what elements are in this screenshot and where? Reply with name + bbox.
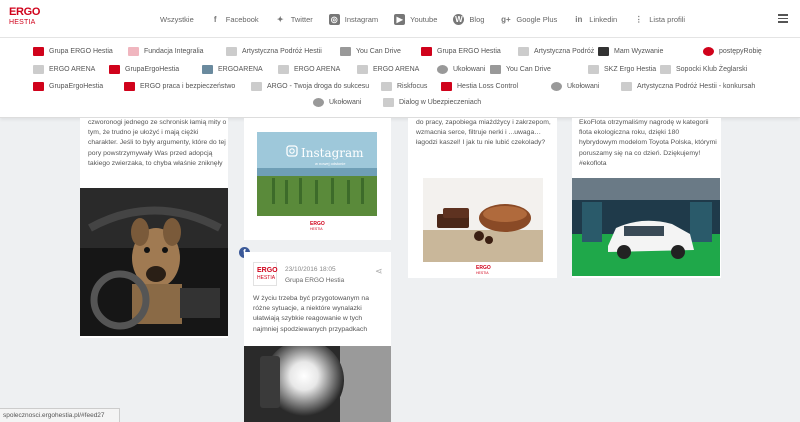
ergo-logo-icon bbox=[109, 65, 120, 74]
feed-card-facebook-post[interactable]: ERGO HESTIA 23/10/2016 18:05 Grupa ERGO … bbox=[244, 252, 391, 422]
profile-item[interactable]: ERGO ARENA bbox=[278, 63, 340, 76]
ergo-logo-icon bbox=[33, 82, 44, 91]
argo-logo-icon bbox=[251, 82, 262, 91]
instagram-subtitle: w nowej odsłonie bbox=[315, 161, 346, 166]
feed-card-chocolate[interactable]: do pracy, zapobiega miażdżycy i zakrzepo… bbox=[408, 118, 557, 278]
post-text: do pracy, zapobiega miażdżycy i zakrzepo… bbox=[416, 119, 551, 147]
profile-item[interactable]: Fundacja Integralia bbox=[128, 45, 204, 58]
you-can-drive-logo-icon bbox=[340, 47, 351, 56]
post-text: EkoFlota otrzymaliśmy nagrodę w kategori… bbox=[579, 119, 717, 167]
chocolate-photo[interactable] bbox=[423, 178, 543, 262]
profile-item[interactable]: Riskfocus bbox=[381, 80, 427, 93]
ukolowani-logo-icon bbox=[551, 82, 562, 91]
ergo-arena-logo-icon bbox=[33, 65, 44, 74]
ergo-logo-icon bbox=[33, 47, 44, 56]
profile-item[interactable]: Hestia Loss Control bbox=[441, 80, 518, 93]
feed-card-instagram[interactable]: Instagram w nowej odsłonie ERGO HESTIA bbox=[244, 118, 391, 240]
twitter-icon: ✦ bbox=[276, 14, 284, 24]
facebook-icon: f bbox=[213, 14, 217, 24]
ukolowani-logo-icon bbox=[313, 98, 324, 107]
profile-item[interactable]: Mam Wyzwanie bbox=[598, 45, 663, 58]
you-can-drive-logo-icon bbox=[490, 65, 501, 74]
nav-linkedin[interactable]: in Linkedin bbox=[573, 14, 617, 25]
profile-item[interactable]: Dialog w Ubezpieczeniach bbox=[383, 96, 481, 109]
filter-nav: Wszystkie f Facebook ✦ Twitter ◎ Instagram … bbox=[160, 0, 701, 38]
google-plus-icon: g+ bbox=[501, 14, 511, 24]
nav-twitter[interactable]: ✦ Twitter bbox=[275, 14, 313, 25]
nav-facebook[interactable]: f Facebook bbox=[210, 14, 259, 25]
profile-item[interactable]: ARGO - Twoja droga do sukcesu bbox=[251, 80, 369, 93]
ukolowani-logo-icon bbox=[437, 65, 448, 74]
nav-instagram[interactable]: ◎ Instagram bbox=[328, 13, 378, 25]
profile-item[interactable]: ERGO ARENA bbox=[33, 63, 95, 76]
profile-item[interactable]: Grupa ERGO Hestia bbox=[33, 45, 113, 58]
ergo-logo-icon bbox=[421, 47, 432, 56]
profile-item[interactable]: GrupaErgoHestia bbox=[109, 63, 179, 76]
ergo-arena-logo-icon bbox=[278, 65, 289, 74]
wordpress-icon: W bbox=[453, 13, 465, 25]
instagram-landscape-photo[interactable]: Instagram w nowej odsłonie bbox=[257, 132, 377, 216]
art-journey-logo-icon bbox=[226, 47, 237, 56]
postepy-logo-icon bbox=[703, 47, 714, 56]
art-journey-logo-icon bbox=[518, 47, 529, 56]
ergo-arena-logo-icon bbox=[357, 65, 368, 74]
profile-item[interactable]: Artystyczna Podróż bbox=[518, 45, 594, 58]
dialog-logo-icon bbox=[383, 98, 394, 107]
mam-wyzwanie-logo-icon bbox=[598, 47, 609, 56]
integralia-logo-icon bbox=[128, 47, 139, 56]
feed-card-ekoflota[interactable]: EkoFlota otrzymaliśmy nagrodę w kategori… bbox=[572, 118, 721, 278]
ergo-hestia-logo[interactable]: ERGO HESTIA bbox=[9, 7, 43, 31]
profile-item[interactable]: Artystyczna Podróż Hestii - konkursah bbox=[621, 80, 755, 93]
post-date: 23/10/2016 18:05 bbox=[285, 266, 336, 273]
profile-item[interactable]: ERGO ARENA bbox=[357, 63, 419, 76]
profile-item[interactable]: Ukołowani bbox=[551, 80, 599, 93]
instagram-icon: ◎ bbox=[328, 13, 340, 25]
nav-blog[interactable]: W Blog bbox=[453, 13, 484, 25]
skz-logo-icon bbox=[588, 65, 599, 74]
profile-item[interactable]: Grupa ERGO Hestia bbox=[421, 45, 501, 58]
ergo-hestia-small-logo: ERGO HESTIA bbox=[476, 265, 491, 276]
nav-youtube[interactable]: ▶ Youtube bbox=[394, 13, 437, 25]
ergo-logo-icon bbox=[124, 82, 135, 91]
ergo-hestia-small-logo: ERGO HESTIA bbox=[310, 221, 325, 232]
profile-item[interactable]: You Can Drive bbox=[490, 63, 551, 76]
profile-list-dropdown: Grupa ERGO Hestia Fundacja Integralia Ar… bbox=[0, 38, 800, 118]
profile-item[interactable]: ERGO praca i bezpieczeństwo bbox=[124, 80, 235, 93]
hestia-loss-control-logo-icon bbox=[441, 82, 452, 91]
art-journey-logo-icon bbox=[621, 82, 632, 91]
profile-item[interactable]: ERGOARENA bbox=[202, 63, 263, 76]
profile-item[interactable]: postępyRobię bbox=[703, 45, 762, 58]
post-author[interactable]: Grupa ERGO Hestia bbox=[285, 277, 344, 284]
sailing-club-logo-icon bbox=[660, 65, 671, 74]
dog-in-car-photo[interactable] bbox=[80, 188, 228, 336]
linkedin-icon: in bbox=[575, 14, 583, 24]
share-icon[interactable]: ⋖ bbox=[375, 266, 383, 277]
nav-profile-list[interactable]: ⋮ Lista profili bbox=[633, 14, 685, 25]
profile-item[interactable]: GrupaErgoHestia bbox=[33, 80, 103, 93]
top-navigation: ERGO HESTIA Wszystkie f Facebook ✦ Twitter… bbox=[0, 0, 800, 38]
author-avatar[interactable]: ERGO HESTIA bbox=[253, 262, 278, 286]
vertical-dots-icon: ⋮ bbox=[634, 14, 643, 24]
riskfocus-logo-icon bbox=[381, 82, 392, 91]
profile-item[interactable]: Ukołowani bbox=[437, 63, 485, 76]
profile-item[interactable]: SKZ Ergo Hestia bbox=[588, 63, 656, 76]
profile-item[interactable]: You Can Drive bbox=[340, 45, 401, 58]
profile-item[interactable]: Sopocki Klub Żeglarski bbox=[660, 63, 747, 76]
toyota-car-photo[interactable] bbox=[572, 178, 720, 276]
hamburger-menu-icon[interactable] bbox=[778, 14, 788, 23]
feed-card-dog[interactable]: czworonogi jednego ze schronisk łamią mi… bbox=[80, 118, 228, 338]
nav-google-plus[interactable]: g+ Google Plus bbox=[500, 14, 557, 25]
camera-lens-photo[interactable] bbox=[244, 346, 391, 422]
arena-photo-icon bbox=[202, 65, 213, 74]
youtube-icon: ▶ bbox=[394, 13, 406, 25]
browser-status-url: spolecznosci.ergohestia.pl/#feed27 bbox=[0, 408, 120, 422]
instagram-wordmark: Instagram bbox=[301, 146, 364, 160]
post-text: W życiu trzeba być przygotowanym na różn… bbox=[253, 295, 369, 333]
nav-all[interactable]: Wszystkie bbox=[160, 15, 194, 24]
profile-item[interactable]: Ukołowani bbox=[313, 96, 361, 109]
profile-item[interactable]: Artystyczna Podróż Hestii bbox=[226, 45, 322, 58]
post-text: czworonogi jednego ze schronisk łamią mi… bbox=[88, 119, 227, 167]
